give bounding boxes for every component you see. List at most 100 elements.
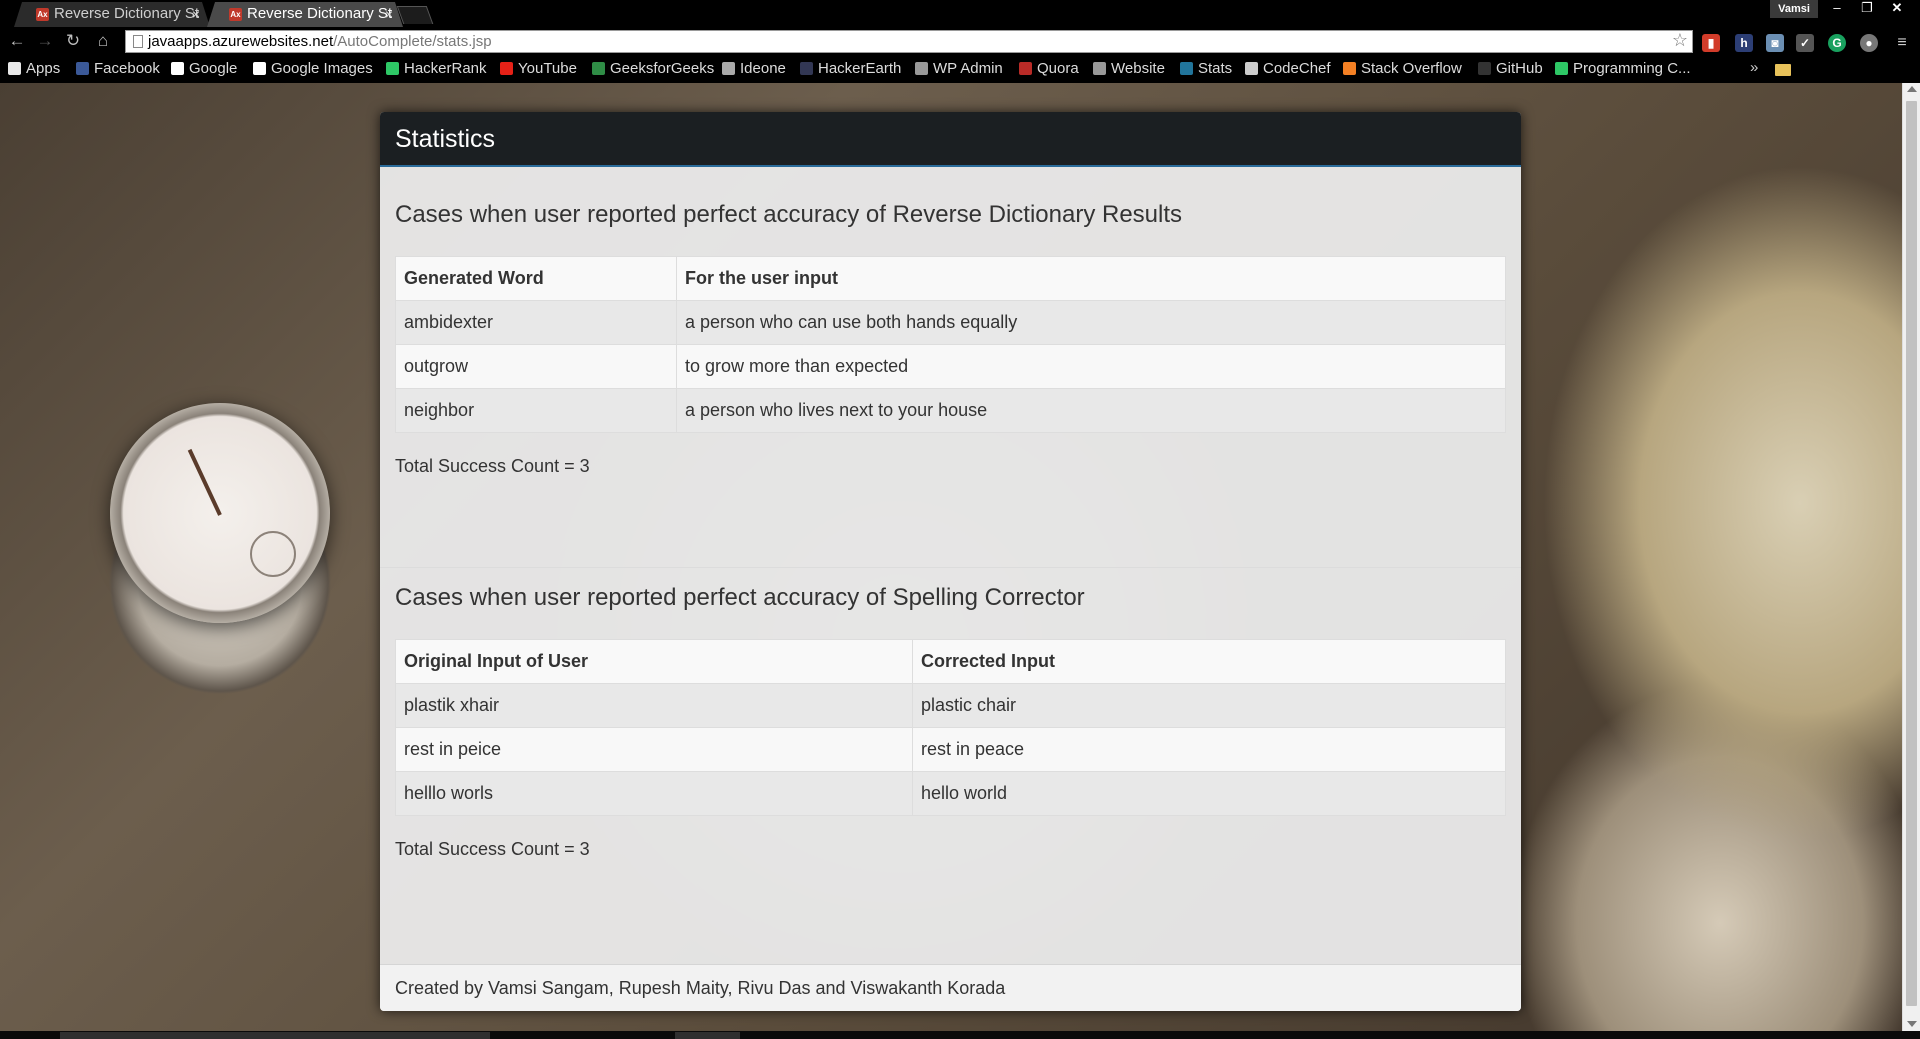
grammarly-icon[interactable]: G	[1828, 34, 1846, 52]
geeksforgeeks-icon	[592, 62, 605, 75]
bookmark-hackerearth[interactable]: HackerEarth	[800, 59, 901, 79]
bookmark-label: CodeChef	[1263, 60, 1331, 77]
extension-check-icon[interactable]: ✓	[1796, 34, 1814, 52]
bookmark-label: Stack Overflow	[1361, 60, 1462, 77]
bookmarks-bar: Apps Facebook Google Google Images HackerRan…	[0, 56, 1920, 83]
table-cell: rest in peice	[395, 727, 913, 772]
bookmarks-overflow-chevron-icon[interactable]: »	[1750, 59, 1758, 76]
page-viewport: Statistics Cases when user reported perf…	[0, 83, 1902, 1031]
spelling-corrector-section: Cases when user reported perfect accurac…	[380, 584, 1521, 860]
reverse-dictionary-section: Cases when user reported perfect accurac…	[380, 201, 1521, 477]
panel-heading: Statistics	[380, 112, 1521, 167]
extension-bookmark-icon[interactable]: ▮	[1702, 34, 1720, 52]
bookmark-ideone[interactable]: Ideone	[722, 59, 786, 79]
quora-icon	[1019, 62, 1032, 75]
table-header-row: Generated Word For the user input	[395, 256, 1506, 301]
vertical-scrollbar[interactable]	[1902, 83, 1920, 1031]
column-header: For the user input	[676, 256, 1506, 301]
url-path: /AutoComplete/stats.jsp	[333, 33, 492, 50]
browser-tab-active[interactable]: Ax Reverse Dictionary St ×	[207, 2, 403, 27]
bookmark-label: GeeksforGeeks	[610, 60, 715, 77]
panel-footer: Created by Vamsi Sangam, Rupesh Maity, R…	[380, 964, 1521, 1011]
browser-tab[interactable]: Ax Reverse Dictionary St ×	[14, 2, 210, 27]
table-row: ambidexter a person who can use both han…	[395, 300, 1506, 345]
tab-title: Reverse Dictionary St	[54, 5, 200, 22]
bookmark-stack-overflow[interactable]: Stack Overflow	[1343, 59, 1462, 79]
wordpress-stats-icon	[1180, 62, 1193, 75]
bookmark-star-icon[interactable]: ☆	[1672, 30, 1688, 51]
section-divider	[380, 567, 1521, 568]
url-host: javaapps.azurewebsites.net	[148, 33, 334, 50]
profile-button[interactable]: Vamsi	[1770, 0, 1818, 18]
table-cell: outgrow	[395, 344, 677, 389]
bookmark-hackerrank[interactable]: HackerRank	[386, 59, 487, 79]
close-window-icon[interactable]: ✕	[1882, 0, 1912, 18]
bookmark-label: Stats	[1198, 60, 1233, 77]
chrome-menu-icon[interactable]: ≡	[1893, 34, 1911, 52]
wordpress-icon	[915, 62, 928, 75]
bookmark-label: Google Images	[271, 60, 373, 77]
stackoverflow-icon	[1343, 62, 1356, 75]
restore-icon[interactable]: ❐	[1852, 0, 1882, 18]
tab-title: Reverse Dictionary St	[247, 5, 393, 22]
forward-arrow-icon[interactable]: →	[34, 31, 56, 53]
bookmark-label: Apps	[26, 60, 61, 77]
bookmark-facebook[interactable]: Facebook	[76, 59, 160, 79]
bookmark-website[interactable]: Website	[1093, 59, 1165, 79]
extension-circle-icon[interactable]: ●	[1860, 34, 1878, 52]
statistics-panel: Statistics Cases when user reported perf…	[380, 112, 1521, 1011]
pocket-watch-background-image	[110, 403, 330, 623]
table-row: plastik xhair plastic chair	[395, 683, 1506, 728]
tab-close-icon[interactable]: ×	[192, 2, 200, 26]
spelling-corrector-table: Original Input of User Corrected Input p…	[395, 639, 1506, 816]
home-icon[interactable]: ⌂	[92, 31, 114, 53]
table-row: outgrow to grow more than expected	[395, 344, 1506, 389]
column-header: Original Input of User	[395, 639, 913, 684]
bookmark-quora[interactable]: Quora	[1019, 59, 1079, 79]
minimize-icon[interactable]: –	[1822, 0, 1852, 18]
bookmark-youtube[interactable]: YouTube	[500, 59, 577, 79]
extension-h-icon[interactable]: h	[1735, 34, 1753, 52]
bookmark-stats[interactable]: Stats	[1180, 59, 1232, 79]
address-bar[interactable]: javaapps.azurewebsites.net/AutoComplete/…	[125, 30, 1693, 53]
scroll-up-arrow-icon[interactable]	[1907, 86, 1917, 92]
success-count: Total Success Count = 3	[395, 839, 590, 859]
table-row: neighbor a person who lives next to your…	[395, 388, 1506, 433]
new-tab-button[interactable]	[396, 6, 434, 24]
browser-titlebar: Ax Reverse Dictionary St × Ax Reverse Di…	[0, 0, 1920, 27]
bookmark-wp-admin[interactable]: WP Admin	[915, 59, 1003, 79]
bookmark-github[interactable]: GitHub	[1478, 59, 1543, 79]
table-header-row: Original Input of User Corrected Input	[395, 639, 1506, 684]
apps-grid-icon	[8, 62, 21, 75]
bookmark-google[interactable]: Google	[171, 59, 237, 79]
table-cell: to grow more than expected	[676, 344, 1506, 389]
hackerearth-icon	[800, 62, 813, 75]
bookmark-apps[interactable]: Apps	[8, 59, 60, 79]
section-title: Cases when user reported perfect accurac…	[395, 201, 1183, 228]
site-favicon-icon: Ax	[230, 10, 241, 19]
tab-close-icon[interactable]: ×	[385, 2, 393, 26]
table-cell: neighbor	[395, 388, 677, 433]
back-arrow-icon[interactable]: ←	[6, 31, 28, 53]
table-cell: a person who lives next to your house	[676, 388, 1506, 433]
bookmark-programming-c[interactable]: Programming C...	[1555, 59, 1691, 79]
bookmark-label: Ideone	[740, 60, 786, 77]
reload-icon[interactable]: ↻	[62, 31, 84, 53]
bookmark-label: HackerRank	[404, 60, 487, 77]
hackerrank-icon	[386, 62, 399, 75]
bookmark-codechef[interactable]: CodeChef	[1245, 59, 1331, 79]
hackerrank-icon	[1555, 62, 1568, 75]
bookmark-geeksforgeeks[interactable]: GeeksforGeeks	[592, 59, 714, 79]
other-bookmarks-folder-icon[interactable]	[1775, 64, 1791, 76]
scrollbar-thumb[interactable]	[1906, 101, 1917, 1006]
scroll-down-arrow-icon[interactable]	[1907, 1021, 1917, 1027]
extension-camera-icon[interactable]: ◙	[1766, 34, 1784, 52]
bookmark-label: GitHub	[1496, 60, 1543, 77]
bookmark-google-images[interactable]: Google Images	[253, 59, 373, 79]
browser-toolbar: ← → ↻ ⌂ javaapps.azurewebsites.net/AutoC…	[0, 27, 1920, 56]
table-cell: a person who can use both hands equally	[676, 300, 1506, 345]
section-title: Cases when user reported perfect accurac…	[395, 584, 1085, 611]
column-header: Corrected Input	[912, 639, 1506, 684]
table-cell: ambidexter	[395, 300, 677, 345]
google-icon	[253, 62, 266, 75]
